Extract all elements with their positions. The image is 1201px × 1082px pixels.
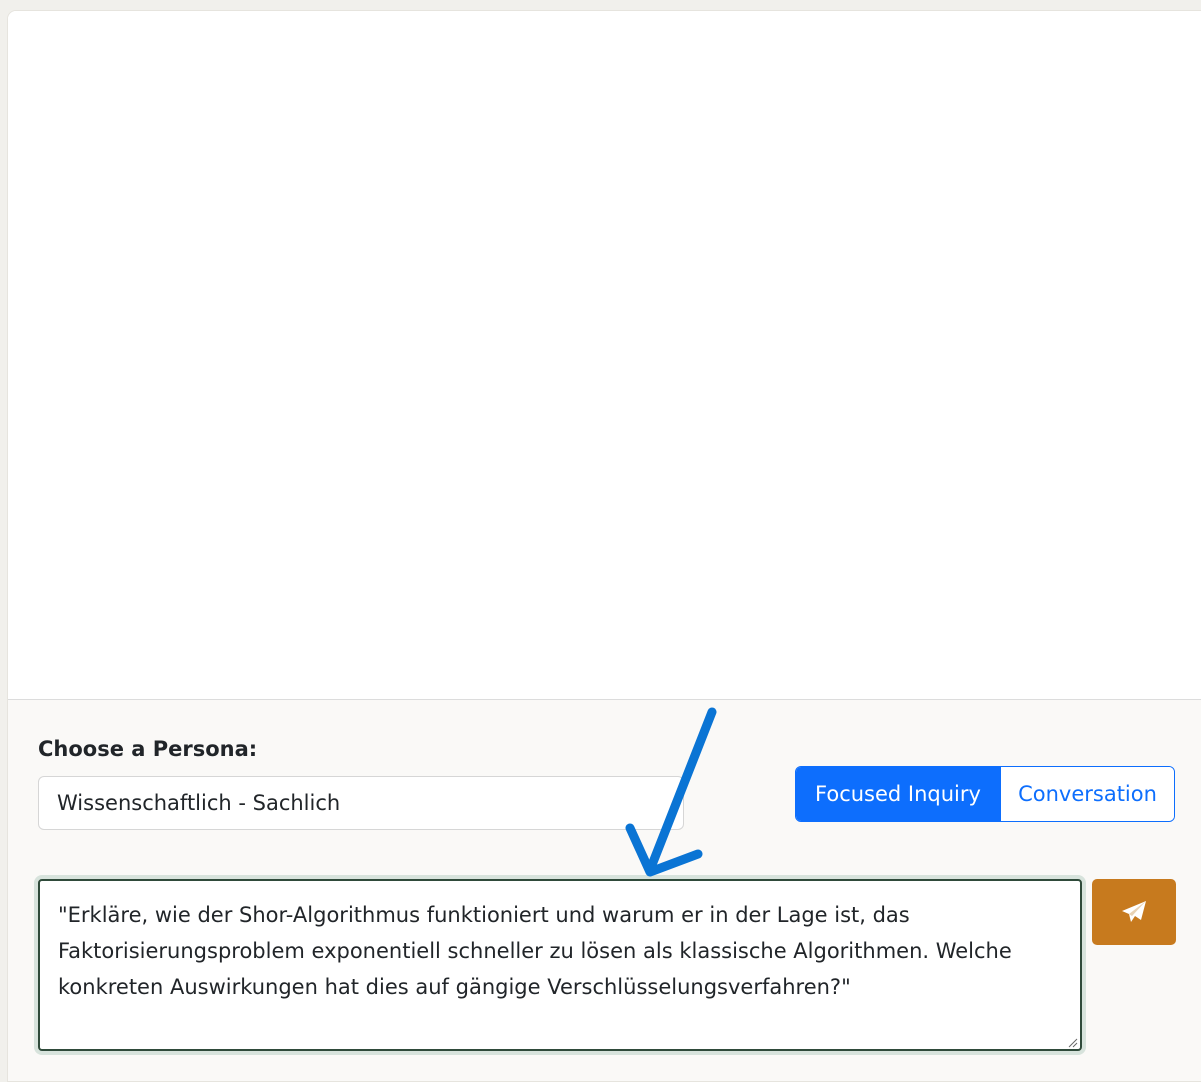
conversation-button[interactable]: Conversation: [1000, 767, 1174, 821]
chat-card: Choose a Persona: Wissenschaftlich - Sac…: [7, 10, 1201, 1082]
paper-plane-icon: [1122, 901, 1146, 922]
chat-input-footer: Choose a Persona: Wissenschaftlich - Sac…: [8, 699, 1201, 1081]
focused-inquiry-button[interactable]: Focused Inquiry: [796, 767, 1000, 821]
resize-grip-icon[interactable]: [1068, 1038, 1078, 1048]
chat-messages-area: [8, 11, 1201, 699]
persona-label: Choose a Persona:: [38, 737, 258, 761]
send-button[interactable]: [1092, 879, 1176, 945]
prompt-textarea[interactable]: "Erkläre, wie der Shor-Algorithmus funkt…: [38, 879, 1082, 1051]
persona-select[interactable]: Wissenschaftlich - Sachlich: [38, 776, 684, 830]
mode-toggle-group: Focused Inquiry Conversation: [795, 766, 1175, 822]
persona-selected-value: Wissenschaftlich - Sachlich: [57, 791, 341, 815]
arrow-down-annotation: [625, 707, 717, 877]
